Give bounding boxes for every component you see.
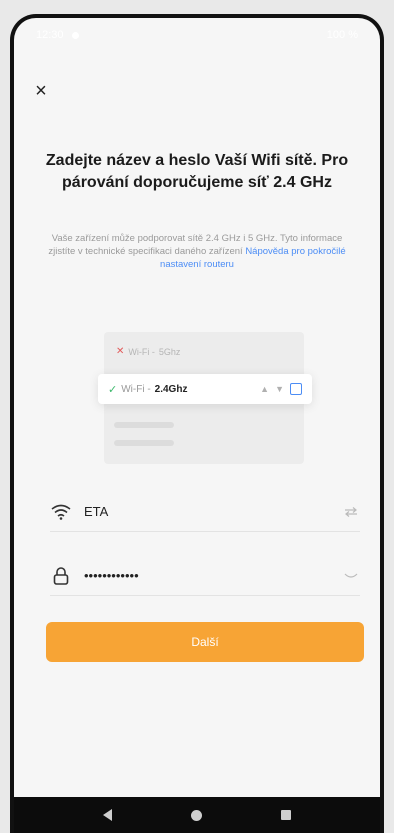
illustration-placeholder-rows	[114, 422, 174, 458]
wifi-ssid-field[interactable]: ETA	[50, 492, 360, 532]
password-value[interactable]: ••••••••••••	[84, 568, 342, 583]
phone-frame: 12:30 100 % × Zadejte název a heslo Vaší…	[10, 14, 384, 833]
help-description: Vaše zařízení může podporovat sítě 2.4 G…	[48, 232, 346, 271]
cross-icon: ✕	[116, 346, 125, 357]
wifi-band-illustration: ✕ Wi-Fi - 5Ghz ✓ Wi-Fi - 2.4Ghz ▲ ▼	[98, 332, 312, 464]
illustration-card-24ghz: ✓ Wi-Fi - 2.4Ghz ▲ ▼	[98, 374, 312, 404]
recent-apps-icon[interactable]	[280, 810, 291, 820]
ssid-value[interactable]: ETA	[84, 504, 342, 519]
next-button-label: Další	[191, 635, 219, 649]
lock-icon	[50, 565, 72, 587]
row-5ghz-prefix: Wi-Fi -	[128, 346, 155, 357]
status-bar: 12:30 100 %	[14, 18, 380, 52]
placeholder-line	[114, 440, 174, 446]
card-left: ✓ Wi-Fi - 2.4Ghz	[108, 383, 187, 396]
notification-icon	[71, 31, 79, 39]
next-button[interactable]: Další	[46, 622, 364, 662]
hide-password-icon[interactable]	[342, 567, 360, 585]
wifi-icon: ▼	[275, 384, 284, 394]
home-icon[interactable]	[190, 809, 202, 821]
lock-icon: ▲	[260, 384, 270, 394]
illustration-row-5ghz: ✕ Wi-Fi - 5Ghz	[116, 346, 180, 357]
row-5ghz-band: 5Ghz	[158, 346, 181, 357]
card-prefix: Wi-Fi -	[121, 383, 151, 395]
page-title: Zadejte název a heslo Vaší Wifi sítě. Pr…	[45, 152, 349, 191]
status-left: 12:30	[36, 29, 79, 41]
status-time: 12:30	[36, 29, 64, 41]
wifi-password-field[interactable]: ••••••••••••	[50, 556, 360, 596]
swap-network-icon[interactable]	[342, 503, 360, 521]
placeholder-line	[114, 422, 174, 428]
check-icon: ✓	[108, 383, 118, 396]
app-screen: 12:30 100 % × Zadejte název a heslo Vaší…	[14, 18, 380, 833]
info-icon	[290, 383, 302, 395]
back-icon[interactable]	[103, 809, 113, 821]
card-icons: ▲ ▼	[260, 383, 302, 395]
wifi-icon	[50, 501, 72, 523]
close-icon: ×	[35, 79, 47, 102]
battery-level: 100 %	[326, 29, 358, 41]
system-navigation-bar	[14, 797, 380, 833]
close-button[interactable]: ×	[30, 80, 52, 102]
card-band: 2.4Ghz	[154, 383, 188, 395]
